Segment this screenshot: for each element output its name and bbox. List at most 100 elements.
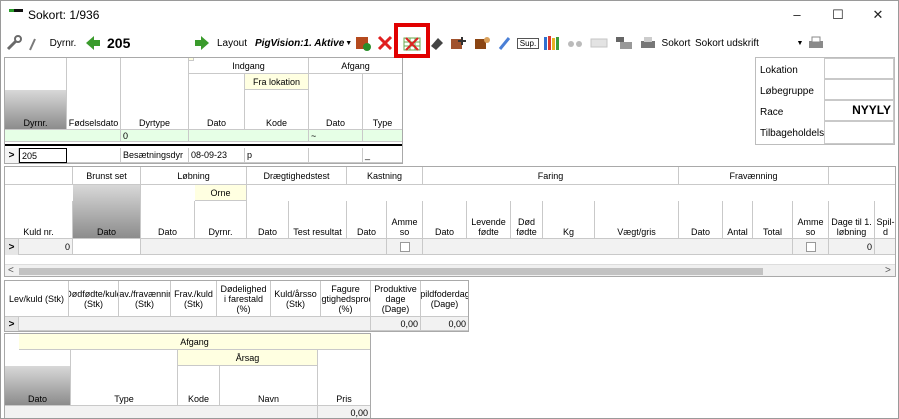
animal-number[interactable]: 205 (107, 32, 137, 54)
ammeso-checkbox[interactable] (805, 241, 816, 252)
lobegruppe-field[interactable] (824, 79, 894, 100)
col-kuld-nr[interactable]: Kuld nr. (5, 201, 73, 239)
add-animal-icon[interactable] (353, 32, 373, 54)
row-cells[interactable] (141, 239, 387, 255)
col-lev-kuld[interactable]: Lev/kuld (Stk) (5, 281, 69, 317)
col-kode[interactable]: Kode (245, 90, 309, 130)
maximize-button[interactable]: ☐ (825, 5, 851, 25)
col-dodelighed[interactable]: Dødelighed i farestald (%) (217, 281, 271, 317)
col-vaegt-gris[interactable]: Vægt/gris (595, 201, 679, 239)
horizontal-scrollbar[interactable]: < > (5, 264, 895, 276)
scroll-left-icon[interactable]: < (8, 265, 14, 276)
filter-cell[interactable] (5, 130, 121, 142)
delete-icon[interactable] (376, 32, 394, 54)
col-frav-fravaenning[interactable]: Frav./fravænning (Stk) (119, 281, 171, 317)
previous-arrow-icon[interactable] (85, 32, 101, 54)
layout-dropdown[interactable]: PigVision:1. Aktive ▼ (255, 32, 352, 54)
row-dyrnr[interactable]: 205 (19, 148, 67, 163)
col-afgang-type[interactable]: Type (71, 366, 178, 406)
col-faring-dato[interactable]: Dato (423, 201, 467, 239)
row-kode[interactable]: p (245, 148, 309, 163)
eraser-icon[interactable] (429, 32, 445, 54)
col-dodfodte-kuld[interactable]: Dødfødte/kuld (Stk) (69, 281, 119, 317)
col-produktive-dage[interactable]: Produktive dage (Dage) (371, 281, 421, 317)
sow-add-icon[interactable] (448, 32, 468, 54)
sup-button[interactable]: Sup. (516, 32, 540, 54)
col-type[interactable]: Type (363, 90, 402, 130)
scrollbar-thumb[interactable] (19, 268, 763, 275)
col-orne-dyrnr[interactable]: Dyrnr. (195, 201, 247, 239)
binoculars-icon[interactable] (566, 32, 584, 54)
tilbageholdels-field[interactable] (824, 121, 894, 144)
col-kuld-arsso[interactable]: Kuld/årsso (Stk) (271, 281, 321, 317)
col-total[interactable]: Total (753, 201, 793, 239)
col-spild[interactable]: Spil-d (875, 201, 895, 239)
col-afgang-dato[interactable]: Dato (5, 366, 71, 406)
sokort-print-select[interactable]: Sokort udskrift (695, 32, 793, 54)
window-title: Sokort: 1/936 (28, 8, 100, 22)
row-cells[interactable] (423, 239, 793, 255)
next-arrow-icon[interactable] (194, 32, 210, 54)
afgang-group: Afgang (309, 58, 402, 74)
row-dage[interactable]: 0 (829, 239, 875, 255)
col-lobning-dato[interactable]: Dato (141, 201, 195, 239)
filter-tilde[interactable]: ~ (309, 130, 363, 142)
col-brunst-dato[interactable]: Dato (73, 185, 141, 239)
col-indgang-dato[interactable]: Dato (189, 90, 245, 130)
col-fravaenning-dato[interactable]: Dato (679, 201, 723, 239)
disabled-card-icon[interactable] (589, 32, 609, 54)
col-pris[interactable]: Pris (318, 366, 370, 406)
col-frav-kuld[interactable]: Frav./kuld (Stk) (171, 281, 217, 317)
row-kuld-nr[interactable]: 0 (19, 239, 73, 255)
sokort-chevron-down-icon[interactable]: ▼ (795, 32, 805, 54)
col-kastning-dato[interactable]: Dato (347, 201, 387, 239)
row-type[interactable]: _ (363, 148, 402, 163)
row-cells[interactable] (875, 239, 895, 255)
print-icon[interactable] (638, 32, 658, 54)
col-fravaenning-ammeso[interactable]: Amme so (793, 201, 829, 239)
row-kastning-ammeso[interactable] (387, 239, 423, 255)
col-kastning-ammeso[interactable]: Amme so (387, 201, 423, 239)
tools-icon[interactable] (5, 32, 23, 54)
afgang-row-cells (5, 406, 318, 418)
books-icon[interactable] (542, 32, 562, 54)
value-pris: 0,00 (318, 406, 370, 418)
filter-cell[interactable] (189, 130, 309, 142)
row-indgang-dato[interactable]: 08-09-23 (189, 148, 245, 163)
row-afgang-dato[interactable] (309, 148, 363, 163)
col-antal[interactable]: Antal (723, 201, 753, 239)
col-levende-fodte[interactable]: Levende fødte (467, 201, 511, 239)
col-dage-til-lobning[interactable]: Dage til 1. løbning (829, 201, 875, 239)
col-arsag-kode[interactable]: Kode (178, 366, 220, 406)
col-fodselsdato[interactable]: Fødselsdato (67, 90, 121, 130)
draegtighed-group: Drægtighedstest (247, 167, 347, 185)
col-dyrtype[interactable]: Dyrtype (121, 90, 189, 130)
row-brunst-dato[interactable] (73, 239, 141, 255)
minimize-button[interactable]: – (784, 5, 810, 25)
syringe-icon[interactable] (497, 32, 513, 54)
row-fodselsdato[interactable] (67, 148, 121, 163)
sow-edit-icon[interactable] (472, 32, 492, 54)
col-kg[interactable]: Kg (543, 201, 595, 239)
col-test-resultat[interactable]: Test resultat (289, 201, 347, 239)
ammeso-checkbox[interactable] (399, 241, 410, 252)
printer-icon[interactable] (806, 32, 826, 54)
row-fravaenning-ammeso[interactable] (793, 239, 829, 255)
sokort-label: Sokort (661, 37, 691, 49)
col-dod-fodte[interactable]: Død fødte (511, 201, 543, 239)
filter-count[interactable]: 0 (121, 130, 189, 142)
list-icon[interactable] (614, 32, 634, 54)
lokation-field[interactable] (824, 58, 894, 79)
close-button[interactable]: ✕ (865, 5, 891, 25)
col-dyrnr[interactable]: Dyrnr. (5, 90, 67, 130)
scroll-right-icon[interactable]: > (885, 265, 891, 276)
col-draegtighed-dato[interactable]: Dato (247, 201, 289, 239)
filter-cell[interactable] (363, 130, 402, 142)
race-field[interactable]: NYYLY (824, 100, 894, 121)
col-afgang-dato[interactable]: Dato (309, 90, 363, 130)
col-spildfoderdage[interactable]: Spildfoderdage (Dage) (421, 281, 468, 317)
col-draegtighedsprocent[interactable]: Fagure drægtighedsprocent (%) (321, 281, 371, 317)
row-dyrtype[interactable]: Besætningsdyr (121, 148, 189, 163)
col-arsag-navn[interactable]: Navn (220, 366, 318, 406)
wrench-icon[interactable] (26, 32, 40, 54)
